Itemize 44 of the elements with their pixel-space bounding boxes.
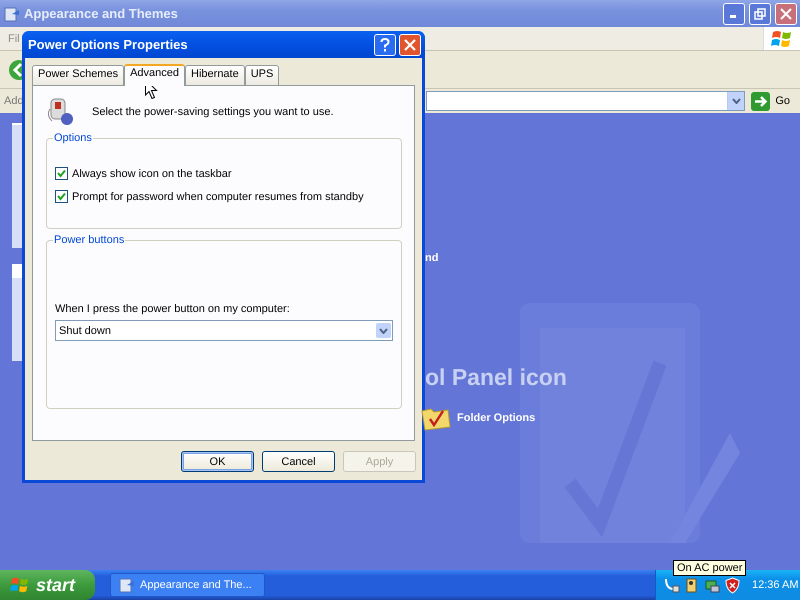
arrow-right-icon — [751, 92, 770, 110]
go-button[interactable]: Go — [749, 92, 800, 110]
section-heading: ol Panel icon — [425, 364, 567, 391]
dialog-button[interactable]: OK — [181, 451, 254, 472]
minimize-button[interactable] — [723, 2, 745, 24]
intro-text: Select the power-saving settings you want to use. — [92, 106, 334, 118]
group-label: Options — [53, 132, 93, 144]
checkbox-label[interactable]: Always show icon on the taskbar — [72, 168, 232, 180]
help-icon — [380, 38, 390, 52]
checkbox-label[interactable]: Prompt for password when computer resumes from standby — [72, 190, 364, 202]
tab[interactable]: UPS — [244, 65, 280, 85]
power-plug-icon[interactable] — [664, 576, 681, 594]
restore-icon — [754, 8, 766, 20]
taskbar-button[interactable]: Appearance and The... — [110, 573, 265, 597]
shield-icon[interactable] — [724, 576, 741, 594]
folder-icon — [119, 577, 135, 593]
address-field[interactable] — [426, 91, 746, 111]
power-plug-icon — [46, 97, 76, 127]
task-link-fragment[interactable]: nd — [425, 252, 567, 264]
window-title: Appearance and Themes — [24, 6, 179, 21]
windows-logo-icon — [763, 27, 800, 50]
group-label: Power buttons — [53, 234, 126, 246]
dropdown[interactable]: Shut down — [55, 320, 393, 341]
folder-options-link[interactable]: Folder Options — [421, 405, 567, 431]
tab[interactable]: Hibernate — [185, 65, 245, 85]
close-button[interactable] — [399, 34, 421, 56]
folder-icon — [4, 6, 20, 22]
close-button[interactable] — [775, 2, 797, 24]
dialog-title: Power Options Properties — [28, 37, 189, 52]
field-label: When I press the power button on my computer: — [55, 303, 291, 315]
tab[interactable]: Advanced — [124, 64, 186, 86]
tooltip: On AC power — [673, 560, 746, 576]
restore-button[interactable] — [749, 2, 771, 24]
start-button[interactable]: start — [0, 570, 95, 600]
checkbox[interactable] — [55, 190, 68, 203]
caret-icon — [379, 328, 388, 334]
clock: 12:36 AM — [752, 579, 798, 591]
checkbox[interactable] — [55, 167, 68, 180]
close-icon — [780, 8, 792, 20]
close-icon — [404, 38, 416, 50]
windows-logo-icon — [10, 576, 30, 594]
dialog-button[interactable]: Cancel — [262, 451, 335, 472]
help-button[interactable] — [374, 34, 396, 56]
tab[interactable]: Power Schemes — [32, 65, 124, 85]
